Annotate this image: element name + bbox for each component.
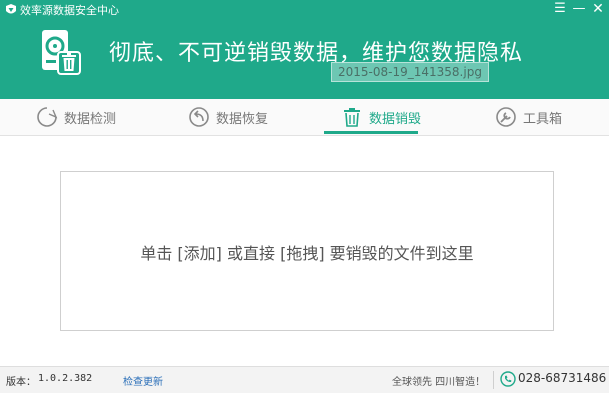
app-logo-icon [6, 4, 16, 14]
dragged-file-label: 2015-08-19_141358.jpg [331, 62, 489, 82]
title-bar[interactable]: 效率源数据安全中心 ☰ — ✕ [0, 0, 609, 20]
menu-icon[interactable]: ☰ [551, 0, 569, 18]
tab-toolbox[interactable]: 工具箱 [495, 99, 562, 135]
wrench-icon [496, 107, 516, 127]
file-drop-zone[interactable]: 单击 [添加] 或直接 [拖拽] 要销毁的文件到这里 [60, 171, 554, 331]
check-update-link[interactable]: 检查更新 [123, 373, 163, 388]
tab-data-detection[interactable]: 数据检测 [36, 99, 116, 135]
tab-label: 工具箱 [523, 111, 563, 127]
main-tabs: 数据检测 数据恢复 数据销毁 工具箱 [0, 99, 609, 136]
header: 效率源数据安全中心 ☰ — ✕ 彻底、不可逆销毁数据，维护您数据隐私 2015-… [0, 0, 609, 99]
active-tab-indicator [324, 131, 418, 134]
trash-icon [344, 108, 360, 127]
tab-label: 数据恢复 [216, 111, 269, 127]
disk-trash-icon [42, 30, 81, 75]
minimize-icon[interactable]: — [570, 0, 588, 18]
tagline: 全球领先 四川智造！ [392, 377, 486, 388]
tab-data-recovery[interactable]: 数据恢复 [188, 99, 268, 135]
tab-label: 数据检测 [64, 111, 117, 127]
version-label: 版本： [6, 377, 36, 388]
status-bar: 版本： 1.0.2.382 检查更新 全球领先 四川智造！ 028-687314… [0, 366, 609, 393]
tab-data-destroy[interactable]: 数据销毁 [341, 99, 421, 135]
support-phone: 028-68731486 [518, 371, 607, 385]
app-title: 效率源数据安全中心 [20, 4, 119, 17]
back-arrow-circle-icon [189, 107, 209, 127]
divider [493, 371, 494, 389]
phone-icon [500, 371, 516, 387]
tab-label: 数据销毁 [369, 111, 422, 127]
close-icon[interactable]: ✕ [589, 0, 607, 18]
refresh-circle-icon [37, 107, 58, 127]
drop-hint: 单击 [添加] 或直接 [拖拽] 要销毁的文件到这里 [140, 244, 474, 263]
version-value: 1.0.2.382 [38, 373, 93, 384]
